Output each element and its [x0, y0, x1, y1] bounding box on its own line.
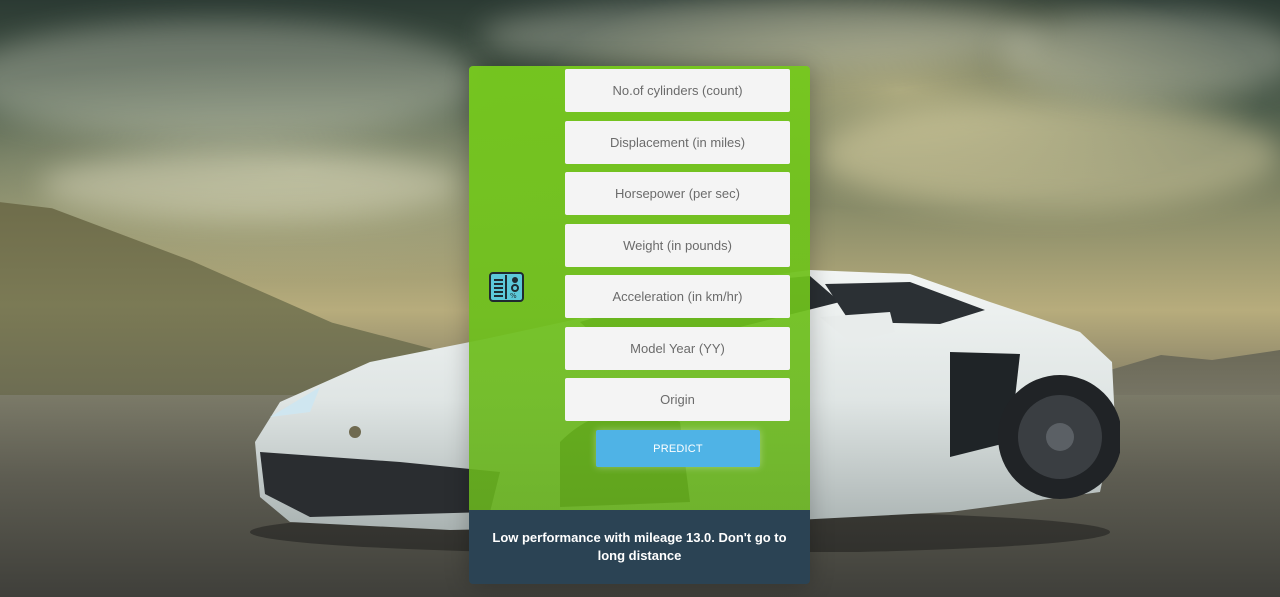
prediction-result-text: Low performance with mileage 13.0. Don't… — [492, 530, 787, 563]
svg-text:%: % — [510, 292, 517, 300]
model-year-input[interactable] — [565, 327, 790, 370]
weight-input[interactable] — [565, 224, 790, 267]
predict-button[interactable]: PREDICT — [596, 430, 760, 467]
acceleration-input[interactable] — [565, 275, 790, 318]
spec-sheet-icon: % — [489, 272, 524, 302]
prediction-form-panel: % PREDICT Low performance with mileage 1… — [469, 66, 810, 584]
cylinders-input[interactable] — [565, 69, 790, 112]
origin-input[interactable] — [565, 378, 790, 421]
displacement-input[interactable] — [565, 121, 790, 164]
horsepower-input[interactable] — [565, 172, 790, 215]
form-section: % PREDICT — [469, 66, 810, 510]
distant-rocks — [1110, 350, 1280, 400]
result-box: Low performance with mileage 13.0. Don't… — [469, 510, 810, 584]
